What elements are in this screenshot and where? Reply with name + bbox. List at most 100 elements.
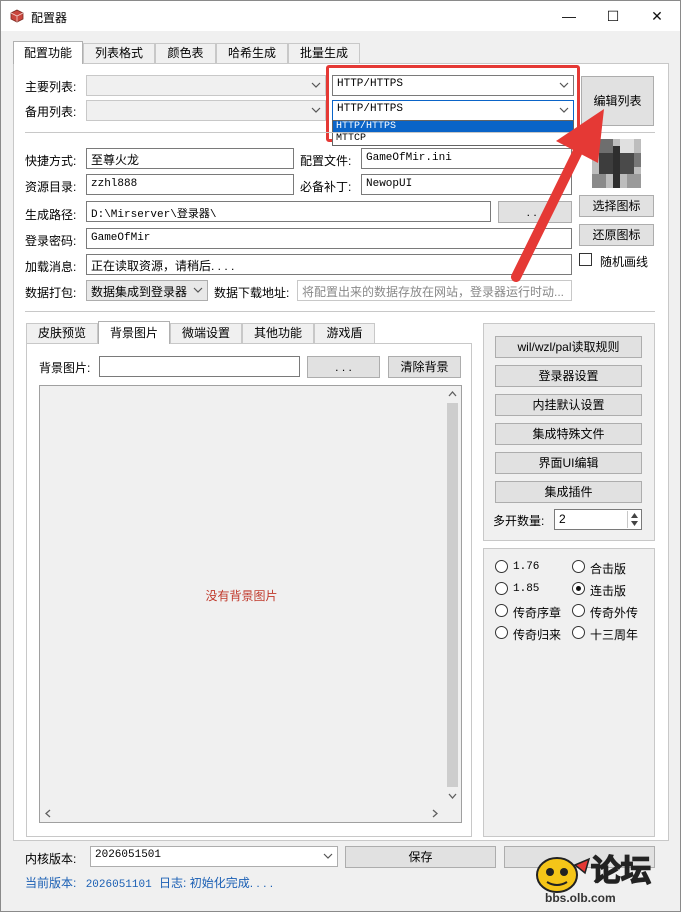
background-preview-area: 没有背景图片: [39, 385, 462, 823]
patch-label: 必备补丁:: [300, 180, 352, 194]
vertical-scrollbar[interactable]: [444, 386, 461, 804]
chevron-down-icon: [559, 82, 569, 88]
radio-thirteenth-label: 十三周年: [590, 628, 639, 642]
stepper-down-icon[interactable]: [631, 521, 638, 526]
output-path-label: 生成路径:: [25, 208, 77, 222]
radio-1-85[interactable]: [495, 582, 508, 595]
forum-brand-text: 论坛: [590, 854, 652, 889]
background-image-input[interactable]: [99, 356, 300, 377]
no-background-text: 没有背景图片: [205, 588, 278, 603]
radio-1-76-label: 1.76: [513, 561, 540, 573]
pack-value: 数据集成到登录器: [91, 285, 188, 299]
kernel-version-select[interactable]: 2026051501: [90, 846, 338, 867]
maximize-button[interactable]: ☐: [591, 1, 635, 31]
radio-chain-version[interactable]: [572, 582, 585, 595]
radio-1-76[interactable]: [495, 560, 508, 573]
radio-return[interactable]: [495, 626, 508, 639]
radio-1-85-label: 1.85: [513, 583, 540, 595]
clear-background-button[interactable]: 清除背景: [388, 356, 461, 378]
password-label: 登录密码:: [25, 234, 77, 248]
tab-other-functions[interactable]: 其他功能: [242, 323, 314, 344]
chevron-down-icon: [311, 82, 321, 88]
wil-rule-button[interactable]: wil/wzl/pal读取规则: [495, 336, 642, 358]
background-image-label: 背景图片:: [39, 361, 91, 375]
background-browse-button[interactable]: . . .: [307, 356, 380, 378]
plugin-defaults-button[interactable]: 内挂默认设置: [495, 394, 642, 416]
backup-protocol-value: HTTP/HTTPS: [337, 103, 404, 115]
horizontal-scrollbar[interactable]: [40, 805, 444, 822]
backup-list-select[interactable]: [86, 100, 326, 121]
primary-protocol-select[interactable]: HTTP/HTTPS: [332, 75, 574, 96]
special-files-button[interactable]: 集成特殊文件: [495, 423, 642, 445]
chevron-down-icon: [193, 287, 203, 293]
scroll-thumb[interactable]: [447, 403, 458, 787]
tab-skin-preview[interactable]: 皮肤预览: [26, 323, 98, 344]
tab-batch[interactable]: 批量生成: [288, 43, 360, 64]
version-radio-group: [483, 548, 655, 837]
primary-list-select[interactable]: [86, 75, 326, 96]
scroll-up-icon[interactable]: [448, 390, 457, 397]
scroll-right-icon[interactable]: [432, 809, 439, 818]
tab-hash[interactable]: 哈希生成: [216, 43, 288, 64]
mascot-logo-icon: [536, 857, 591, 893]
pack-label: 数据打包:: [25, 286, 77, 300]
multi-open-stepper[interactable]: 2: [554, 509, 642, 530]
status-line: 当前版本: 2026051101 日志: 初始化完成. . . .: [25, 874, 273, 891]
app-cube-icon: [10, 9, 24, 23]
radio-prologue-label: 传奇序章: [513, 606, 562, 620]
backup-list-label: 备用列表:: [25, 105, 77, 119]
minimize-button[interactable]: —: [547, 1, 591, 31]
forum-url-text: bbs.olb.com: [545, 891, 616, 905]
loading-msg-label: 加载消息:: [25, 260, 77, 274]
tab-game-shield[interactable]: 游戏盾: [314, 323, 375, 344]
tab-config[interactable]: 配置功能: [13, 41, 83, 64]
primary-list-label: 主要列表:: [25, 80, 77, 94]
password-input[interactable]: GameOfMir: [86, 228, 572, 249]
chevron-down-icon: [311, 107, 321, 113]
title-bar: 配置器 — ☐ ✕: [1, 1, 680, 31]
config-window: 配置器 — ☐ ✕ 配置功能 列表格式 颜色表 哈希生成 批量生成 主要列表: …: [0, 0, 681, 912]
shortcut-input[interactable]: 至尊火龙: [86, 148, 294, 169]
radio-chain-version-label: 连击版: [590, 584, 627, 598]
divider: [25, 311, 655, 312]
window-title: 配置器: [31, 11, 68, 25]
resource-dir-input[interactable]: zzhl888: [86, 174, 294, 195]
radio-side-story-label: 传奇外传: [590, 606, 639, 620]
scroll-left-icon[interactable]: [44, 809, 51, 818]
radio-thirteenth[interactable]: [572, 626, 585, 639]
tab-micro-client[interactable]: 微端设置: [170, 323, 242, 344]
launcher-settings-button[interactable]: 登录器设置: [495, 365, 642, 387]
integrate-plugin-button[interactable]: 集成插件: [495, 481, 642, 503]
pack-select[interactable]: 数据集成到登录器: [86, 280, 208, 301]
kernel-version-label: 内核版本:: [25, 852, 77, 866]
multi-open-value: 2: [559, 512, 566, 526]
radio-combo-version[interactable]: [572, 560, 585, 573]
radio-side-story[interactable]: [572, 604, 585, 617]
current-version-value: 2026051101: [85, 879, 152, 891]
tab-color-table[interactable]: 颜色表: [155, 43, 216, 64]
radio-combo-version-label: 合击版: [590, 562, 627, 576]
radio-prologue[interactable]: [495, 604, 508, 617]
output-path-input[interactable]: D:\Mirserver\登录器\: [86, 201, 491, 222]
chevron-down-icon: [323, 853, 333, 859]
tab-list-format[interactable]: 列表格式: [83, 43, 155, 64]
ui-editor-button[interactable]: 界面UI编辑: [495, 452, 642, 474]
tab-background-image[interactable]: 背景图片: [98, 321, 170, 344]
resource-dir-label: 资源目录:: [25, 180, 77, 194]
save-button[interactable]: 保存: [345, 846, 496, 868]
current-version-label: 当前版本:: [25, 876, 77, 890]
log-label: 日志:: [159, 876, 187, 890]
download-url-label: 数据下载地址:: [214, 286, 290, 300]
log-value: 初始化完成. . . .: [189, 876, 274, 890]
shortcut-label: 快捷方式:: [25, 154, 77, 168]
loading-msg-input[interactable]: 正在读取资源，请稍后. . . .: [86, 254, 572, 275]
annotation-arrow-icon: [511, 109, 604, 282]
stepper-arrows[interactable]: [627, 511, 640, 528]
close-button[interactable]: ✕: [635, 1, 679, 31]
config-file-label: 配置文件:: [300, 154, 352, 168]
multi-open-label: 多开数量:: [493, 514, 545, 528]
radio-return-label: 传奇归来: [513, 628, 562, 642]
forum-watermark: 论坛 bbs.olb.com: [533, 851, 673, 907]
stepper-up-icon[interactable]: [631, 513, 638, 518]
scroll-down-icon[interactable]: [448, 793, 457, 800]
